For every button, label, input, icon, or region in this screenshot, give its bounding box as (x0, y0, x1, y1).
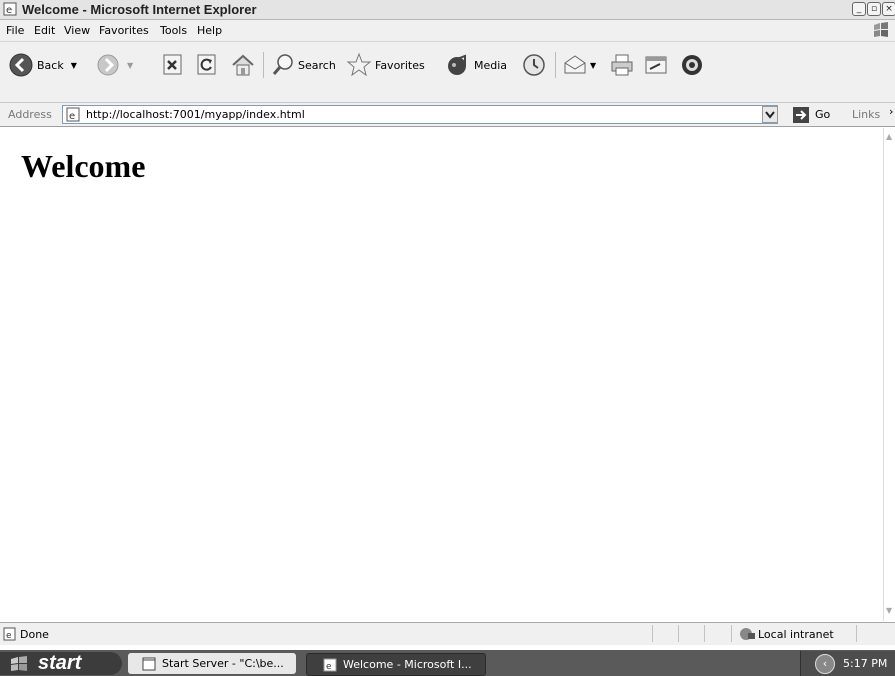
chevron-down-icon (765, 111, 775, 119)
window-title: Welcome - Microsoft Internet Explorer (22, 2, 257, 17)
media-label: Media (474, 58, 508, 72)
svg-text:e: e (69, 111, 75, 122)
forward-dropdown-icon[interactable]: ▼ (127, 61, 133, 70)
back-arrow-icon (9, 53, 33, 77)
scroll-down-arrow-icon[interactable]: ▼ (886, 606, 892, 615)
menu-bar: File Edit View Favorites Tools Help (0, 20, 895, 42)
go-arrow-icon (793, 106, 809, 123)
page-content: Welcome (9, 128, 883, 621)
windows-flag-icon (874, 22, 888, 37)
security-zone: Local intranet (758, 628, 834, 641)
go-label: Go (815, 108, 831, 121)
svg-text:e: e (6, 631, 12, 641)
svg-text:e: e (6, 5, 12, 16)
forward-button[interactable]: ▼ (96, 50, 133, 80)
status-panel (652, 625, 653, 642)
toolbar-separator (263, 52, 264, 78)
close-button[interactable]: × (882, 2, 895, 16)
scroll-up-arrow-icon[interactable]: ▲ (886, 132, 892, 141)
menu-tools[interactable]: Tools (160, 24, 187, 37)
address-dropdown-button[interactable] (762, 106, 778, 123)
media-button[interactable]: Media (445, 50, 507, 80)
mail-dropdown-icon[interactable]: ▼ (590, 61, 596, 70)
stop-icon (163, 54, 182, 75)
status-panel (856, 625, 857, 642)
mail-button[interactable]: ▼ (562, 50, 596, 80)
toolbar-separator (555, 52, 556, 78)
taskbar-item-start-server[interactable]: Start Server - "C:\be... (128, 653, 296, 674)
status-panel (678, 625, 679, 642)
status-panel (731, 625, 732, 642)
vertical-scrollbar[interactable]: ▲ ▼ (883, 128, 895, 621)
messenger-icon (682, 55, 702, 75)
print-icon (611, 54, 633, 76)
standard-toolbar: Back ▼ ▼ Search Favorites Media ▼ (0, 42, 895, 103)
console-window-icon (142, 657, 156, 670)
favorites-label: Favorites (375, 58, 425, 72)
menu-edit[interactable]: Edit (34, 24, 55, 37)
minimize-button[interactable]: _ (852, 2, 866, 16)
taskbar: start Start Server - "C:\be... e Welcome… (0, 650, 895, 676)
stop-button[interactable] (162, 50, 184, 80)
system-tray: ‹ 5:17 PM (800, 651, 895, 676)
address-label: Address (8, 108, 52, 121)
ie-page-icon: e (3, 2, 17, 16)
back-label: Back (37, 58, 64, 72)
links-toolbar[interactable]: Links (852, 108, 880, 121)
taskbar-item-label: Welcome - Microsoft I... (343, 658, 472, 671)
edit-button[interactable] (643, 50, 669, 80)
back-button[interactable]: Back ▼ (8, 50, 77, 80)
ie-page-icon: e (323, 658, 337, 672)
menu-view[interactable]: View (64, 24, 90, 37)
status-panel (704, 625, 705, 642)
maximize-button[interactable]: ▫ (867, 2, 881, 16)
address-url: http://localhost:7001/myapp/index.html (86, 108, 305, 121)
svg-text:e: e (326, 662, 332, 672)
refresh-icon (197, 54, 216, 75)
menu-file[interactable]: File (6, 24, 24, 37)
media-icon (448, 54, 466, 75)
clock: 5:17 PM (843, 657, 888, 670)
show-hidden-icons-button[interactable]: ‹ (815, 654, 835, 674)
start-button[interactable]: start (0, 652, 122, 675)
messenger-button[interactable] (679, 50, 705, 80)
search-icon (272, 54, 293, 75)
taskbar-item-welcome[interactable]: e Welcome - Microsoft I... (306, 653, 486, 676)
home-button[interactable] (230, 50, 256, 80)
ie-page-icon: e (3, 627, 16, 641)
title-bar: e Welcome - Microsoft Internet Explorer … (0, 0, 895, 20)
favorites-star-icon (346, 52, 372, 77)
search-button[interactable]: Search (271, 50, 336, 80)
address-bar: Address e http://localhost:7001/myapp/in… (0, 103, 895, 127)
go-button[interactable]: Go (792, 105, 830, 124)
search-label: Search (298, 58, 336, 72)
forward-arrow-icon (97, 54, 119, 76)
menu-help[interactable]: Help (197, 24, 222, 37)
local-intranet-icon (740, 628, 755, 640)
favorites-button[interactable]: Favorites (346, 50, 425, 80)
status-text: Done (20, 628, 49, 641)
print-button[interactable] (609, 50, 635, 80)
ie-page-icon: e (66, 107, 80, 122)
refresh-button[interactable] (196, 50, 218, 80)
status-bar: e Done Local intranet (0, 622, 895, 645)
chevron-right-icon[interactable]: › (889, 105, 893, 118)
back-dropdown-icon[interactable]: ▼ (71, 61, 77, 70)
page-heading: Welcome (21, 148, 146, 184)
start-label: start (38, 652, 82, 674)
history-button[interactable] (521, 50, 547, 80)
taskbar-item-label: Start Server - "C:\be... (162, 657, 284, 670)
edit-page-icon (645, 56, 667, 74)
history-icon (523, 54, 545, 76)
menu-favorites[interactable]: Favorites (99, 24, 149, 37)
windows-logo-icon (11, 656, 27, 671)
home-icon (232, 54, 254, 76)
mail-icon (564, 55, 586, 74)
